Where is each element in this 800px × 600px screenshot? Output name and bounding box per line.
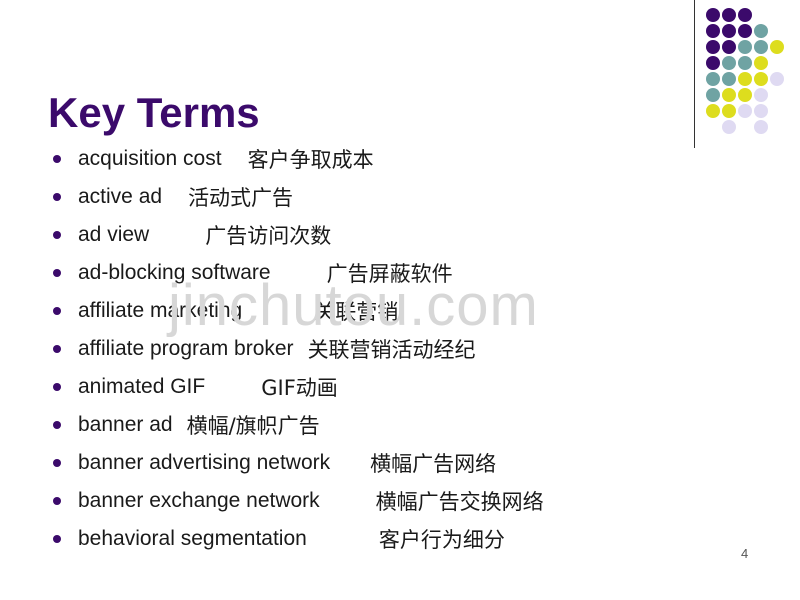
dot-purple	[722, 40, 736, 54]
dot-lavender	[770, 72, 784, 86]
list-item: ad-blocking software 广告屏蔽软件	[48, 254, 748, 292]
list-item: ad view 广告访问次数	[48, 216, 748, 254]
list-item: animated GIF GIF动画	[48, 368, 748, 406]
term-chinese: 客户行为细分	[378, 528, 505, 552]
bullet-icon	[53, 155, 61, 163]
term-chinese: GIF动画	[261, 376, 338, 400]
dot-purple	[722, 8, 736, 22]
term-chinese: 客户争取成本	[247, 148, 374, 172]
dot-yellow	[754, 56, 768, 70]
term-english: animated GIF	[78, 375, 206, 398]
dot-teal	[754, 24, 768, 38]
dot-teal	[738, 40, 752, 54]
dot-lavender	[738, 104, 752, 118]
term-chinese: 关联营销活动经纪	[307, 338, 476, 362]
term-chinese: 广告屏蔽软件	[326, 262, 453, 286]
vertical-rule-divider	[694, 0, 695, 148]
dot-yellow	[722, 88, 736, 102]
list-item: acquisition cost 客户争取成本	[48, 140, 748, 178]
list-item: behavioral segmentation 客户行为细分	[48, 520, 748, 558]
bullet-icon	[53, 231, 61, 239]
dot-yellow	[722, 104, 736, 118]
term-english: ad view	[78, 223, 150, 246]
term-chinese: 横幅广告交换网络	[375, 490, 544, 514]
list-item: banner exchange network 横幅广告交换网络	[48, 482, 748, 520]
list-item: affiliate program broker 关联营销活动经纪	[48, 330, 748, 368]
bullet-icon	[53, 383, 61, 391]
dot-yellow	[738, 88, 752, 102]
dot-teal	[722, 56, 736, 70]
bullet-icon	[53, 269, 61, 277]
term-english: acquisition cost	[78, 147, 222, 170]
list-item: affiliate marketing 关联营销	[48, 292, 748, 330]
term-chinese: 广告访问次数	[205, 224, 332, 248]
bullet-icon	[53, 535, 61, 543]
term-chinese: 横幅/旗帜广告	[186, 414, 320, 438]
dot-yellow	[770, 40, 784, 54]
dot-purple	[706, 40, 720, 54]
slide-canvas: Key Terms acquisition cost 客户争取成本 active a…	[0, 0, 800, 600]
dot-purple	[706, 8, 720, 22]
term-english: active ad	[78, 185, 163, 208]
page-number: 4	[741, 546, 749, 561]
page-title: Key Terms	[48, 89, 260, 137]
term-english: banner advertising network	[78, 451, 331, 474]
dot-lavender	[754, 88, 768, 102]
key-terms-list: acquisition cost 客户争取成本 active ad 活动式广告 ad v…	[48, 140, 748, 558]
decorative-dot-grid	[694, 0, 800, 150]
dot-teal	[706, 72, 720, 86]
dot-lavender	[754, 104, 768, 118]
term-english: banner ad	[78, 413, 173, 436]
bullet-icon	[53, 421, 61, 429]
bullet-icon	[53, 459, 61, 467]
dot-purple	[706, 56, 720, 70]
list-item: banner ad 横幅/旗帜广告	[48, 406, 748, 444]
dot-teal	[738, 56, 752, 70]
dot-yellow	[706, 104, 720, 118]
dot-lavender	[722, 120, 736, 134]
bullet-icon	[53, 345, 61, 353]
dot-lavender	[754, 120, 768, 134]
dot-purple	[738, 24, 752, 38]
bullet-icon	[53, 497, 61, 505]
bullet-icon	[53, 307, 61, 315]
term-english: affiliate marketing	[78, 299, 243, 322]
dot-purple	[722, 24, 736, 38]
term-chinese: 横幅广告网络	[370, 452, 497, 476]
term-english: ad-blocking software	[78, 261, 271, 284]
term-english: banner exchange network	[78, 489, 320, 512]
dot-purple	[706, 24, 720, 38]
dot-purple	[738, 8, 752, 22]
dot-yellow	[738, 72, 752, 86]
dot-yellow	[754, 72, 768, 86]
bullet-icon	[53, 193, 61, 201]
list-item: active ad 活动式广告	[48, 178, 748, 216]
term-english: affiliate program broker	[78, 337, 294, 360]
dot-teal	[754, 40, 768, 54]
term-chinese: 关联营销	[314, 300, 399, 324]
dot-teal	[722, 72, 736, 86]
list-item: banner advertising network 横幅广告网络	[48, 444, 748, 482]
term-chinese: 活动式广告	[188, 186, 294, 210]
term-english: behavioral segmentation	[78, 527, 307, 550]
dot-teal	[706, 88, 720, 102]
dot-grid-dots	[706, 8, 800, 148]
